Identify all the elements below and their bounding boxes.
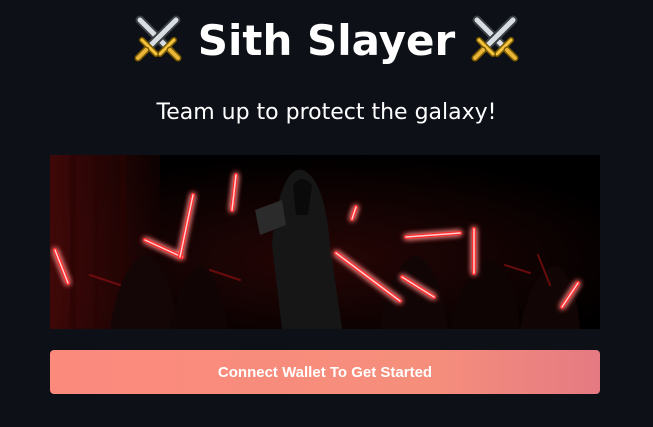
page-title: Sith Slayer bbox=[197, 15, 456, 65]
app-root: Sith Slayer Team up to protect the galax… bbox=[0, 0, 653, 427]
connect-wallet-button[interactable]: Connect Wallet To Get Started bbox=[50, 350, 600, 394]
page-header: Sith Slayer bbox=[0, 12, 653, 68]
sith-lightsabers-image bbox=[50, 155, 600, 329]
crossed-swords-icon bbox=[469, 14, 521, 66]
crossed-swords-icon bbox=[132, 14, 184, 66]
page-subtitle: Team up to protect the galaxy! bbox=[156, 100, 497, 125]
